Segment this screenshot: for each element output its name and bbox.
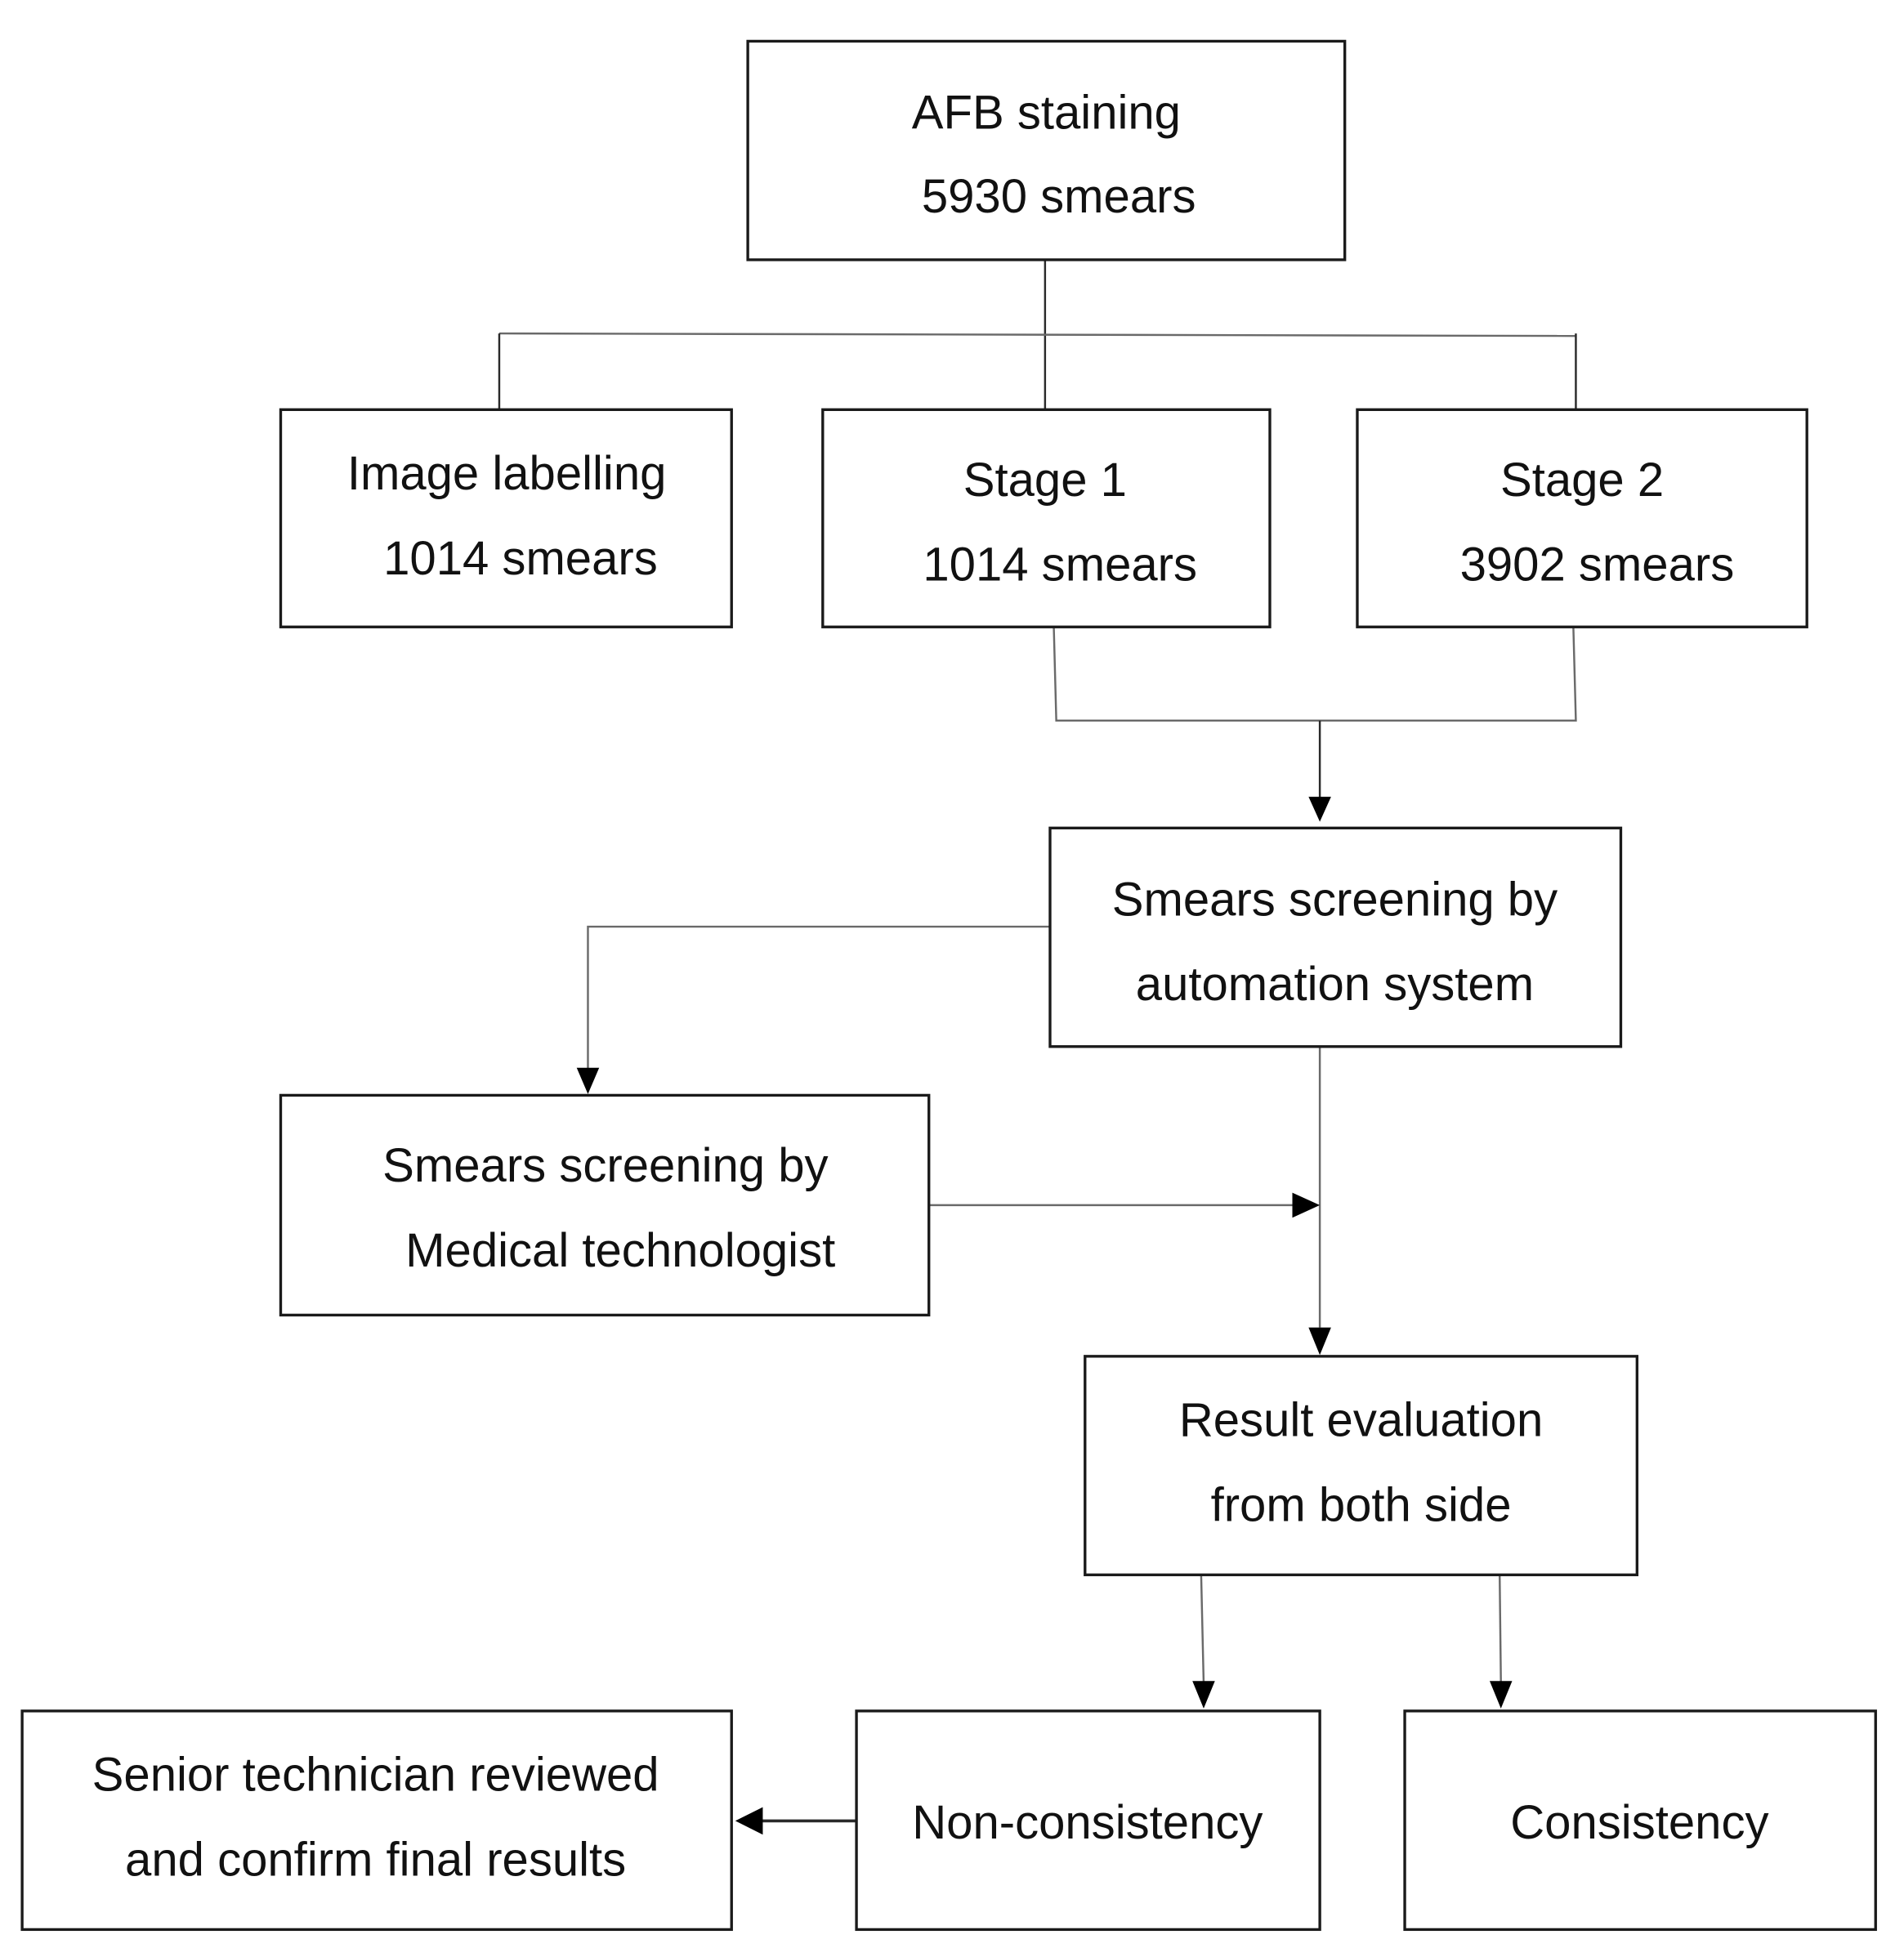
node-nonconsistency-label: Non-consistency xyxy=(912,1796,1263,1849)
node-stage1-count: 1014 smears xyxy=(923,538,1197,592)
arrowhead-evaluation xyxy=(1308,1327,1331,1356)
node-result-evaluation: Result evaluation from both side xyxy=(1084,1355,1639,1576)
arrowhead-senior xyxy=(735,1807,763,1835)
node-automation-screening: Smears screening by automation system xyxy=(1048,826,1623,1048)
node-technologist-screening: Smears screening by Medical technologist xyxy=(279,1093,931,1317)
node-stage2-title: Stage 2 xyxy=(1500,454,1664,507)
node-automation-line1: Smears screening by xyxy=(1112,873,1558,926)
node-technologist-line1: Smears screening by xyxy=(382,1139,828,1192)
edge-evaluation-consistency xyxy=(1498,1575,1502,1684)
node-afb-staining: AFB staining 5930 smears xyxy=(746,39,1347,261)
node-stage1-title: Stage 1 xyxy=(963,454,1127,507)
node-technologist-line2: Medical technologist xyxy=(405,1224,835,1277)
node-stage2-count: 3902 smears xyxy=(1460,538,1735,592)
node-image-labelling: Image labelling 1014 smears xyxy=(279,408,733,628)
edge-automation-technologist xyxy=(587,925,1050,1070)
node-senior-line2: and confirm final results xyxy=(125,1834,626,1887)
arrowhead-nonconsistency xyxy=(1192,1681,1215,1709)
arrowhead-consistency xyxy=(1489,1681,1513,1709)
node-senior-line1: Senior technician reviewed xyxy=(92,1749,659,1802)
arrowhead-technologist xyxy=(576,1067,600,1094)
node-stage-1: Stage 1 1014 smears xyxy=(821,408,1272,628)
node-afb-count: 5930 smears xyxy=(922,170,1196,223)
node-evaluation-line2: from both side xyxy=(1211,1479,1512,1532)
arrowhead-technologist-out xyxy=(1292,1192,1321,1218)
node-afb-title: AFB staining xyxy=(912,86,1181,139)
arrowhead-automation xyxy=(1308,797,1331,822)
node-senior-technician: Senior technician reviewed and confirm f… xyxy=(20,1709,733,1932)
node-non-consistency: Non-consistency xyxy=(855,1709,1321,1932)
edge-branch-bar xyxy=(498,332,1576,337)
flowchart: AFB staining 5930 smears Image labelling… xyxy=(20,39,1877,1932)
node-stage-2: Stage 2 3902 smears xyxy=(1356,408,1808,628)
node-labelling-count: 1014 smears xyxy=(383,532,658,585)
node-automation-line2: automation system xyxy=(1136,958,1534,1011)
edge-stages-merge xyxy=(1053,627,1577,722)
node-consistency: Consistency xyxy=(1403,1709,1877,1932)
node-consistency-label: Consistency xyxy=(1510,1796,1768,1849)
node-evaluation-line1: Result evaluation xyxy=(1179,1394,1543,1447)
edge-evaluation-nonconsistency xyxy=(1200,1575,1205,1684)
node-labelling-title: Image labelling xyxy=(347,447,667,500)
